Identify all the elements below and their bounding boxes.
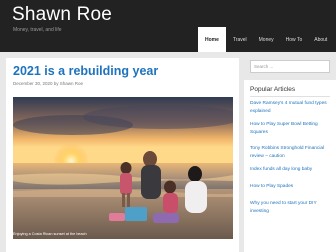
search-placeholder: Search ... (254, 64, 274, 69)
popular-articles-title: Popular Articles (250, 86, 296, 93)
popular-article-link[interactable]: How to Play Spades (250, 183, 332, 191)
post-title[interactable]: 2021 is a rebuilding year (13, 64, 158, 78)
divider (250, 96, 330, 97)
popular-article-link[interactable]: Index funds all day long baby (250, 166, 332, 174)
nav-item-money[interactable]: Money (253, 27, 280, 52)
popular-article-link[interactable]: How to Play Super Bowl Betting Squares (250, 121, 332, 137)
sunset-beach-photo (13, 97, 233, 239)
popular-article-link[interactable]: Why you need to start your DIY investing (250, 200, 332, 216)
nav-item-how-to[interactable]: How To (280, 27, 309, 52)
site-tagline: Money, travel, and life (13, 27, 62, 33)
popular-articles-list: Dave Ramsey's 4 mutual fund types explai… (250, 100, 332, 216)
image-caption: Enjoying a Costa Rican sunset at the bea… (13, 232, 87, 236)
site-header: Shawn Roe Money, travel, and life Home T… (0, 0, 336, 52)
nav-item-about[interactable]: About (308, 27, 333, 52)
popular-article-link[interactable]: Tony Robbins Stronghold Financial review… (250, 145, 332, 161)
popular-article-link[interactable]: Dave Ramsey's 4 mutual fund types explai… (250, 100, 332, 116)
site-title[interactable]: Shawn Roe (12, 4, 112, 26)
featured-image (13, 97, 233, 239)
nav-item-travel[interactable]: Travel (226, 27, 253, 52)
main-nav: Home Travel Money How To About (198, 27, 333, 52)
post-meta: December 30, 2020 by Shawn Roe (13, 81, 84, 86)
nav-item-home[interactable]: Home (198, 27, 226, 52)
